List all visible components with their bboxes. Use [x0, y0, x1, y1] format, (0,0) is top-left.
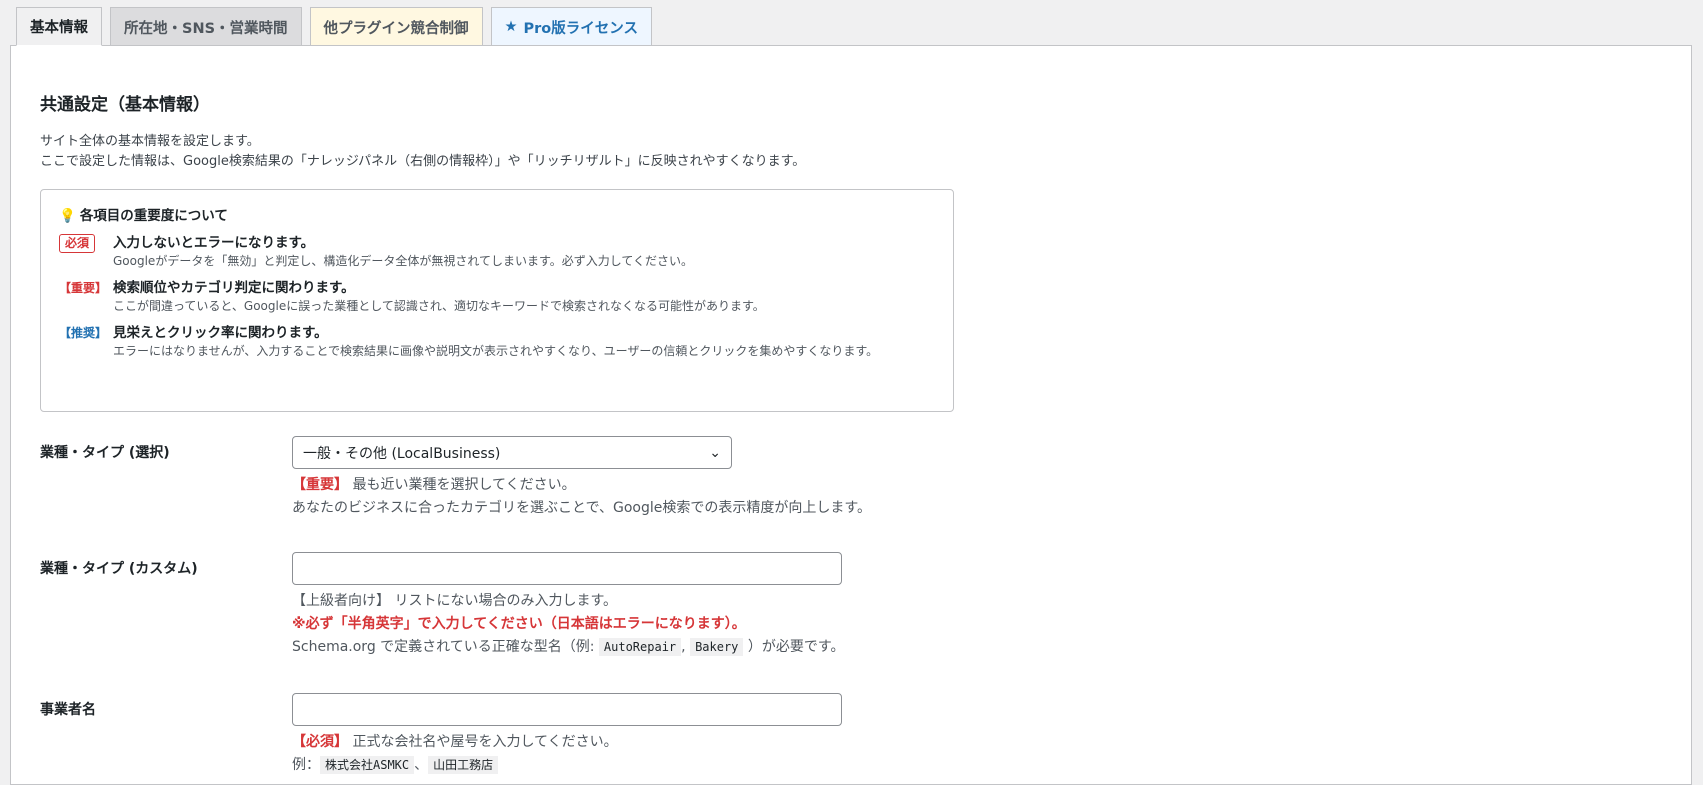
chevron-down-icon: ⌄ [709, 444, 721, 461]
notice-item-title: 入力しないとエラーになります。 [113, 235, 315, 251]
hint: あなたのビジネスに合ったカテゴリを選ぶことで、Google検索での表示精度が向上… [292, 500, 871, 516]
example: 山田工務店 [428, 756, 499, 774]
importance-tag: 【必須】 [292, 734, 348, 750]
notice-item-recommended: 【推奨】 見栄えとクリック率に関わります。エラーにはなりませんが、入力することで検… [59, 324, 935, 361]
star-icon: ★ [504, 19, 518, 35]
hint: ）が必要です。 [743, 639, 845, 655]
notice-item-important: 【重要】 検索順位やカテゴリ判定に関わります。ここが間違っていると、Googleに… [59, 279, 935, 316]
hint: 正式な会社名や屋号を入力してください。 [352, 734, 618, 750]
settings-panel: 共通設定（基本情報） サイト全体の基本情報を設定します。 ここで設定した情報は、… [10, 45, 1692, 785]
notice-item-title: 見栄えとクリック率に関わります。 [113, 325, 328, 341]
notice-item-desc: エラーにはなりませんが、入力することで検索結果に画像や説明文が表示されやすくなり… [113, 344, 879, 358]
hint: 【上級者向け】 リストにない場合のみ入力します。 [292, 593, 618, 609]
code-example: Bakery [690, 638, 744, 656]
important-badge: 【重要】 [59, 281, 108, 295]
field-label: 事業者名 [40, 702, 96, 718]
code-example: AutoRepair [598, 638, 682, 656]
notice-title: 💡 各項目の重要度について [59, 204, 935, 224]
example: 株式会社ASMKC [320, 756, 415, 774]
tab-location-sns-hours[interactable]: 所在地・SNS・営業時間 [110, 7, 302, 46]
hint: 最も近い業種を選択してください。 [352, 477, 576, 493]
settings-tabs: 基本情報 所在地・SNS・営業時間 他プラグイン競合制御 ★ Pro版ライセンス [16, 7, 652, 46]
required-badge: 必須 [59, 234, 96, 253]
notice-item-desc: Googleがデータを「無効」と判定し、構造化データ全体が無視されてしまいます。… [113, 254, 694, 268]
importance-tag: 【重要】 [292, 477, 348, 493]
separator: , [681, 639, 691, 655]
select-value: 一般・その他 (LocalBusiness) [303, 445, 501, 462]
notice-item-required: 必須 入力しないとエラーになります。 Googleがデータを「無効」と判定し、構造化… [59, 234, 935, 271]
notice-item-title: 検索順位やカテゴリ判定に関わります。 [113, 280, 355, 296]
lightbulb-icon: 💡 [59, 208, 76, 224]
intro-line: サイト全体の基本情報を設定します。 [40, 134, 260, 149]
tab-label: Pro版ライセンス [523, 20, 638, 37]
section-title: 共通設定（基本情報） [40, 95, 210, 115]
tab-basic-info[interactable]: 基本情報 [16, 7, 102, 46]
importance-notice: 💡 各項目の重要度について 必須 入力しないとエラーになります。 Googleがデータ… [40, 189, 954, 412]
tab-pro-license[interactable]: ★ Pro版ライセンス [490, 7, 652, 46]
business-type-custom-input[interactable] [292, 552, 842, 585]
tab-plugin-conflict[interactable]: 他プラグイン競合制御 [309, 7, 483, 46]
business-name-input[interactable] [292, 693, 842, 726]
intro-line: ここで設定した情報は、Google検索結果の「ナレッジパネル（右側の情報枠）」や… [40, 154, 806, 169]
warning: ※必ず「半角英字」で入力してください（日本語はエラーになります）。 [292, 616, 746, 632]
recommended-badge: 【推奨】 [59, 326, 108, 340]
field-label: 業種・タイプ (カスタム) [40, 561, 198, 577]
notice-title-text: 各項目の重要度について [79, 208, 228, 224]
business-type-select[interactable]: 一般・その他 (LocalBusiness) ⌄ [292, 436, 732, 469]
separator: 、 [414, 757, 429, 773]
notice-item-desc: ここが間違っていると、Googleに誤った業種として認識され、適切なキーワードで… [113, 299, 765, 313]
section-intro: サイト全体の基本情報を設定します。 ここで設定した情報は、Google検索結果の… [40, 132, 805, 172]
field-label: 業種・タイプ (選択) [40, 445, 170, 461]
example-label: 例： [292, 757, 320, 773]
hint: Schema.org で定義されている正確な型名（例: [292, 639, 599, 655]
